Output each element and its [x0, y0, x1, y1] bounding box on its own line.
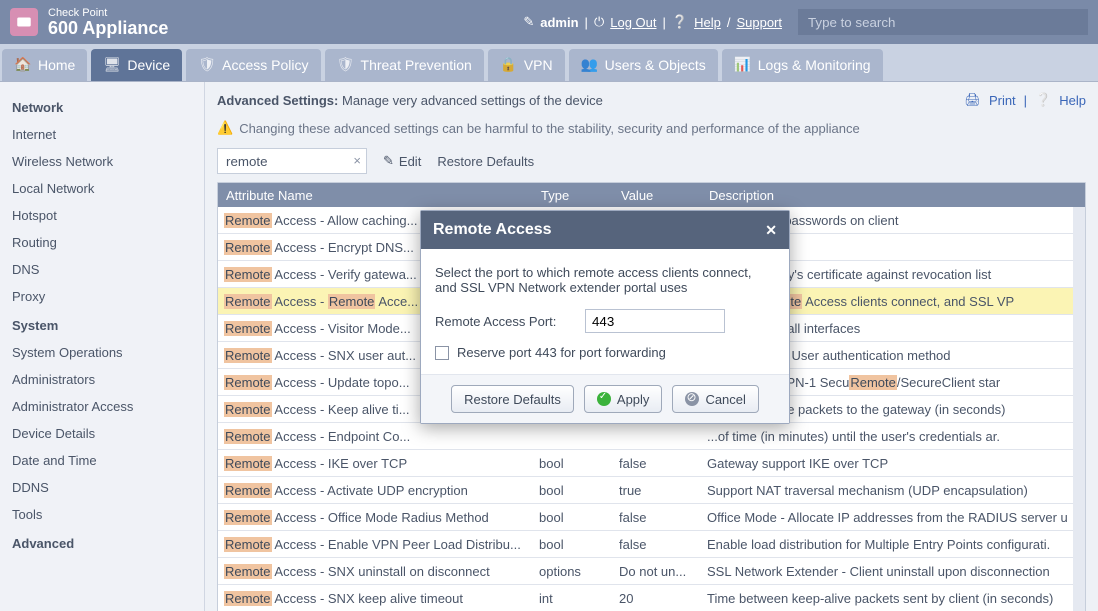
dialog-restore-defaults-button[interactable]: Restore Defaults — [451, 385, 574, 413]
dialog-description: Select the port to which remote access c… — [435, 265, 775, 295]
remote-access-port-label: Remote Access Port: — [435, 314, 575, 329]
dialog-apply-label: Apply — [617, 392, 650, 407]
remote-access-dialog: Remote Access ✕ Select the port to which… — [420, 210, 790, 424]
check-icon — [597, 392, 611, 406]
reserve-port-label: Reserve port 443 for port forwarding — [457, 345, 666, 360]
cancel-icon — [685, 392, 699, 406]
dialog-restore-label: Restore Defaults — [464, 392, 561, 407]
dialog-cancel-button[interactable]: Cancel — [672, 385, 758, 413]
dialog-close-icon[interactable]: ✕ — [765, 222, 777, 239]
dialog-cancel-label: Cancel — [705, 392, 745, 407]
reserve-port-checkbox[interactable] — [435, 346, 449, 360]
remote-access-port-input[interactable] — [585, 309, 725, 333]
dialog-title: Remote Access — [433, 221, 552, 239]
dialog-apply-button[interactable]: Apply — [584, 385, 663, 413]
